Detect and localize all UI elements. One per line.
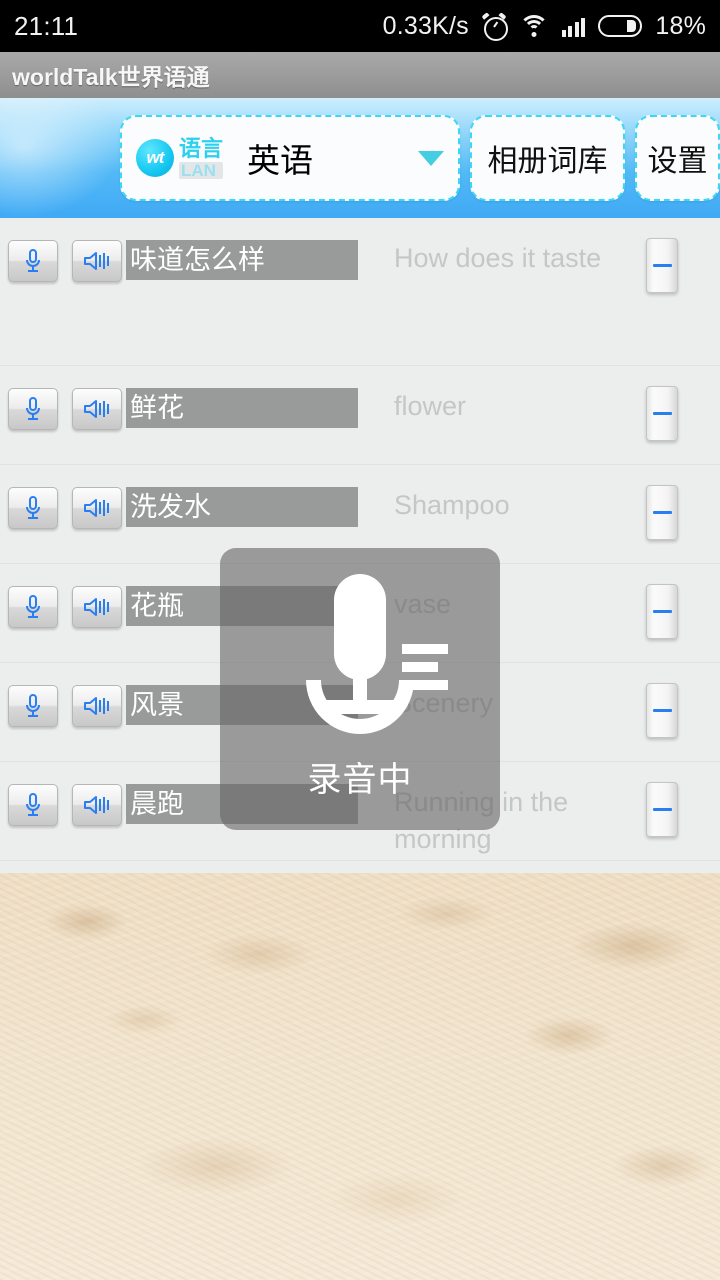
wifi-icon bbox=[518, 15, 549, 37]
microphone-icon bbox=[26, 595, 40, 618]
record-button[interactable] bbox=[8, 240, 58, 282]
album-dictionary-button[interactable]: 相册词库 bbox=[470, 115, 625, 201]
logo-label-cn: 语言 bbox=[179, 135, 224, 161]
recording-status-label: 录音中 bbox=[307, 761, 413, 799]
table-row[interactable]: 鲜花 flower bbox=[0, 366, 720, 465]
alarm-icon bbox=[481, 12, 508, 41]
chevron-down-icon[interactable] bbox=[418, 150, 444, 166]
play-button[interactable] bbox=[72, 784, 122, 826]
network-speed-text: 0.33K/s bbox=[382, 11, 469, 40]
remove-button[interactable] bbox=[646, 584, 678, 639]
microphone-icon bbox=[26, 793, 40, 816]
minus-icon bbox=[652, 511, 672, 514]
status-bar: 21:11 0.33K/s 18% bbox=[0, 0, 720, 52]
settings-label: 设置 bbox=[647, 145, 708, 178]
speaker-icon bbox=[84, 252, 109, 270]
minus-icon bbox=[652, 264, 672, 267]
play-button[interactable] bbox=[72, 487, 122, 529]
battery-percent-text: 18% bbox=[655, 11, 706, 40]
settings-button[interactable]: 设置 bbox=[635, 115, 720, 201]
play-button[interactable] bbox=[72, 388, 122, 430]
status-right-cluster: 0.33K/s 18% bbox=[383, 12, 706, 41]
remove-button[interactable] bbox=[646, 683, 678, 738]
speaker-icon bbox=[84, 499, 109, 517]
minus-icon bbox=[652, 709, 672, 712]
app-title-bar: worldTalk世界语通 bbox=[0, 52, 720, 98]
record-button[interactable] bbox=[8, 784, 58, 826]
table-row[interactable]: 味道怎么样 How does it taste bbox=[0, 218, 720, 366]
record-button[interactable] bbox=[8, 487, 58, 529]
microphone-icon bbox=[26, 694, 40, 717]
speaker-icon bbox=[84, 400, 109, 418]
background-photo bbox=[0, 873, 720, 1280]
microphone-icon bbox=[26, 249, 40, 272]
remove-button[interactable] bbox=[646, 782, 678, 837]
microphone-icon bbox=[26, 397, 40, 420]
logo-label-en: LAN bbox=[179, 161, 224, 179]
signal-icon bbox=[561, 15, 586, 37]
phrase-translation-text: Shampoo bbox=[394, 490, 510, 520]
play-button[interactable] bbox=[72, 586, 122, 628]
microphone-icon bbox=[280, 570, 448, 734]
app-logo: wt 语言 LAN bbox=[136, 135, 224, 179]
selected-language-value: 英语 bbox=[247, 142, 314, 179]
play-button[interactable] bbox=[72, 685, 122, 727]
minus-icon bbox=[652, 808, 672, 811]
language-selector[interactable]: wt 语言 LAN 英语 bbox=[120, 115, 460, 201]
logo-caption: 语言 LAN bbox=[179, 135, 224, 179]
record-button[interactable] bbox=[8, 586, 58, 628]
speaker-icon bbox=[84, 796, 109, 814]
app-screen: 21:11 0.33K/s 18% worldTalk世界语通 wt 语言 LA… bbox=[0, 0, 720, 1280]
phrase-source-text[interactable]: 洗发水 bbox=[126, 487, 358, 527]
remove-button[interactable] bbox=[646, 238, 678, 293]
phrase-translation-text: How does it taste bbox=[394, 243, 602, 273]
phrase-translation-text: flower bbox=[394, 391, 467, 421]
page-title: worldTalk世界语通 bbox=[12, 64, 210, 90]
minus-icon bbox=[652, 610, 672, 613]
phrase-source-text[interactable]: 鲜花 bbox=[126, 388, 358, 428]
remove-button[interactable] bbox=[646, 386, 678, 441]
microphone-icon bbox=[26, 496, 40, 519]
play-button[interactable] bbox=[72, 240, 122, 282]
remove-button[interactable] bbox=[646, 485, 678, 540]
minus-icon bbox=[652, 412, 672, 415]
speaker-icon bbox=[84, 697, 109, 715]
battery-icon bbox=[598, 15, 643, 37]
top-toolbar: wt 语言 LAN 英语 相册词库 设置 bbox=[0, 98, 720, 218]
record-button[interactable] bbox=[8, 388, 58, 430]
album-dictionary-label: 相册词库 bbox=[487, 145, 608, 178]
record-button[interactable] bbox=[8, 685, 58, 727]
phrase-source-text[interactable]: 味道怎么样 bbox=[126, 240, 358, 280]
recording-overlay[interactable]: 录音中 bbox=[220, 548, 500, 830]
worldtalk-logo-icon: wt bbox=[136, 139, 174, 177]
speaker-icon bbox=[84, 598, 109, 616]
status-time: 21:11 bbox=[14, 10, 79, 41]
